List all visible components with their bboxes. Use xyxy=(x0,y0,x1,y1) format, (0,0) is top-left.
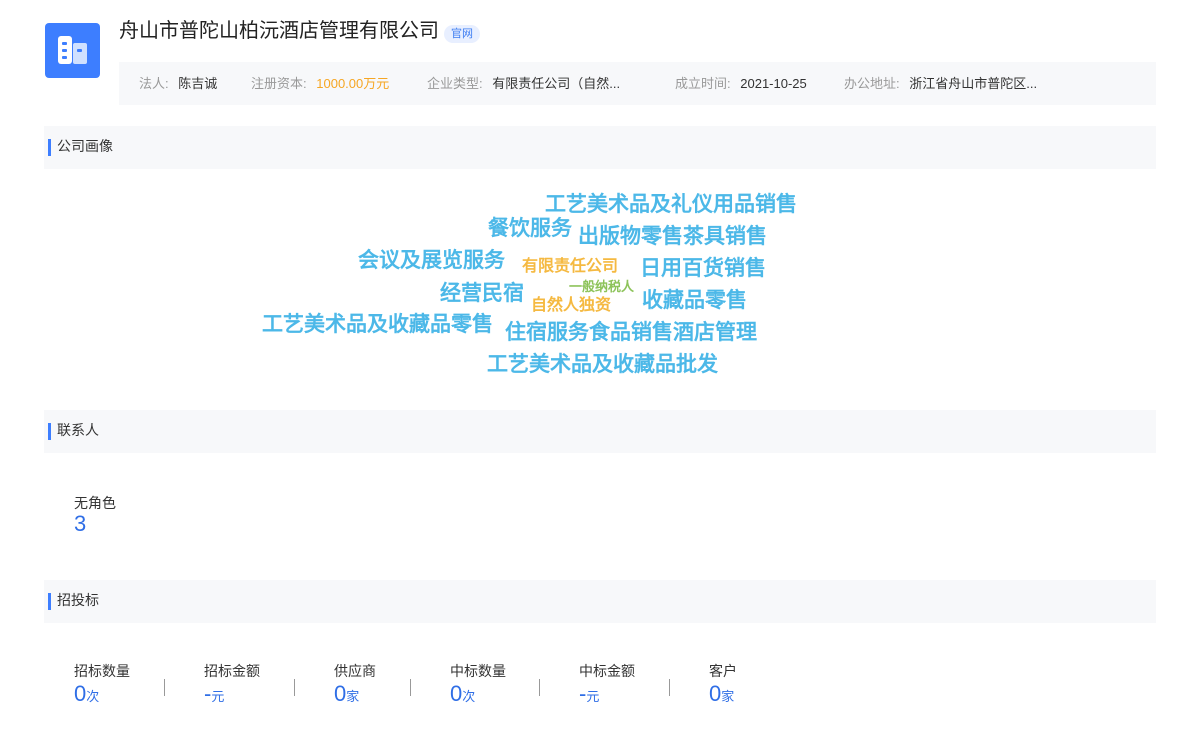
bidding-stat: 招标金额 -元 xyxy=(204,662,260,710)
section-header-profile: 公司画像 xyxy=(44,126,1156,169)
word-cloud-item[interactable]: 日用百货销售 xyxy=(640,258,766,279)
bidding-stat-label: 中标金额 xyxy=(579,663,635,679)
section-accent-bar xyxy=(48,139,51,156)
word-cloud-item[interactable]: 收藏品零售 xyxy=(642,290,747,311)
section-title-profile: 公司画像 xyxy=(57,138,113,154)
section-accent-bar xyxy=(48,423,51,440)
word-cloud-item[interactable]: 工艺美术品及收藏品零售 xyxy=(262,314,493,335)
section-header-contacts: 联系人 xyxy=(44,410,1156,453)
stat-divider xyxy=(164,679,165,696)
word-cloud-item[interactable]: 餐饮服务 xyxy=(488,218,572,239)
word-cloud-item[interactable]: 出版物零售茶具销售 xyxy=(578,226,767,247)
bidding-stat-value[interactable]: 0家 xyxy=(709,681,737,710)
bidding-stat: 客户 0家 xyxy=(709,662,737,710)
word-cloud-item[interactable]: 自然人独资 xyxy=(531,298,611,314)
section-title-bidding: 招投标 xyxy=(57,592,99,608)
bidding-stat: 中标金额 -元 xyxy=(579,662,635,710)
stat-divider xyxy=(410,679,411,696)
word-cloud-item[interactable]: 有限责任公司 xyxy=(522,259,618,275)
section-header-bidding: 招投标 xyxy=(44,580,1156,623)
contact-role-count[interactable]: 3 xyxy=(74,511,86,537)
company-name: 舟山市普陀山柏沅酒店管理有限公司 xyxy=(119,20,439,42)
address-value: 浙江省舟山市普陀区... xyxy=(909,76,1038,91)
bidding-stat-label: 招标数量 xyxy=(74,663,130,679)
legal-person-item: 法人: 陈吉诚 xyxy=(139,62,217,105)
company-logo-icon xyxy=(45,23,100,78)
company-type-label: 企业类型: xyxy=(427,76,483,91)
capital-item: 注册资本: 1000.00万元 xyxy=(251,62,389,105)
word-cloud-item[interactable]: 住宿服务食品销售酒店管理 xyxy=(505,322,757,343)
word-cloud-item[interactable]: 工艺美术品及收藏品批发 xyxy=(487,354,718,375)
section-accent-bar xyxy=(48,593,51,610)
company-type-value: 有限责任公司（自然... xyxy=(492,76,621,91)
bidding-stat-value[interactable]: 0家 xyxy=(334,681,376,710)
capital-label: 注册资本: xyxy=(251,76,307,91)
bidding-stat: 招标数量 0次 xyxy=(74,662,130,710)
bidding-stat-label: 中标数量 xyxy=(450,663,506,679)
word-cloud-item[interactable]: 经营民宿 xyxy=(440,283,524,304)
bidding-stat-value[interactable]: 0次 xyxy=(74,681,130,710)
word-cloud-item[interactable]: 一般纳税人 xyxy=(569,280,634,293)
company-info-bar: 法人: 陈吉诚 注册资本: 1000.00万元 企业类型: 有限责任公司（自然.… xyxy=(119,62,1156,105)
bidding-stat-value[interactable]: -元 xyxy=(204,681,260,710)
founded-label: 成立时间: xyxy=(675,76,731,91)
address-item: 办公地址: 浙江省舟山市普陀区... xyxy=(844,62,1037,105)
stat-divider xyxy=(539,679,540,696)
company-type-item: 企业类型: 有限责任公司（自然... xyxy=(427,62,620,105)
founded-value: 2021-10-25 xyxy=(740,76,807,91)
bidding-stat-label: 客户 xyxy=(709,663,737,679)
bidding-stat-value[interactable]: -元 xyxy=(579,681,635,710)
bidding-stat: 供应商 0家 xyxy=(334,662,376,710)
word-cloud-item[interactable]: 会议及展览服务 xyxy=(358,250,505,271)
stat-divider xyxy=(294,679,295,696)
section-title-contacts: 联系人 xyxy=(57,422,99,438)
bidding-stat-label: 招标金额 xyxy=(204,663,260,679)
legal-person-label: 法人: xyxy=(139,76,169,91)
contact-role-label: 无角色 xyxy=(74,495,116,511)
address-label: 办公地址: xyxy=(844,76,900,91)
stat-divider xyxy=(669,679,670,696)
bidding-stat-label: 供应商 xyxy=(334,663,376,679)
founded-item: 成立时间: 2021-10-25 xyxy=(675,62,807,105)
word-cloud-item[interactable]: 工艺美术品及礼仪用品销售 xyxy=(545,194,797,215)
bidding-stat-value[interactable]: 0次 xyxy=(450,681,506,710)
bidding-stat: 中标数量 0次 xyxy=(450,662,506,710)
official-site-badge[interactable]: 官网 xyxy=(444,25,480,43)
capital-value: 1000.00万元 xyxy=(316,76,390,91)
legal-person-value[interactable]: 陈吉诚 xyxy=(178,76,217,91)
